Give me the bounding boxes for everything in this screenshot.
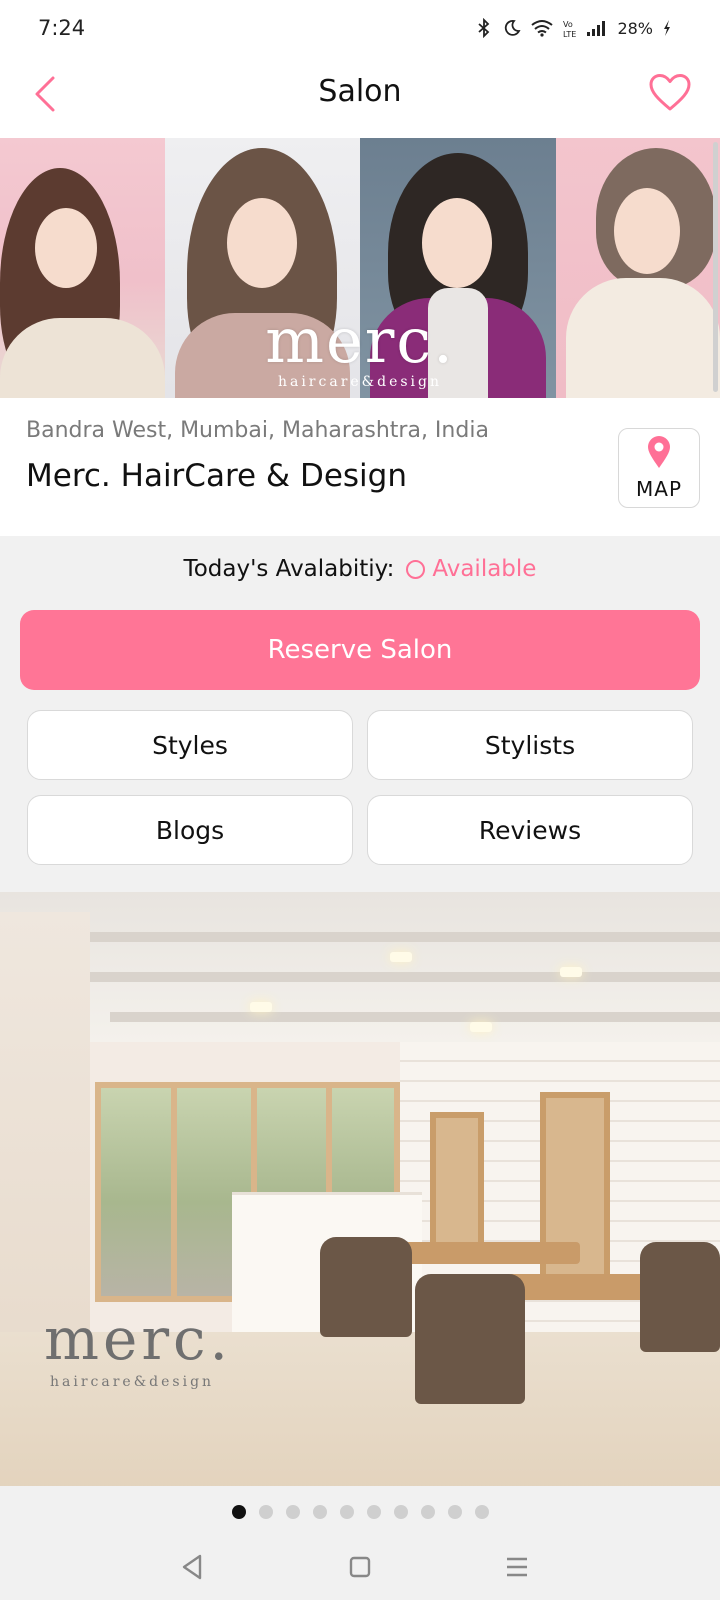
salon-info: Bandra West, Mumbai, Maharashtra, India … [0,398,720,536]
interior-chair [320,1237,412,1337]
availability-row: Today's Avalabitiy: Available [0,556,720,582]
pagination-dot[interactable] [393,1505,408,1519]
svg-text:Vo: Vo [563,20,573,29]
pagination-dot[interactable] [285,1505,300,1519]
interior-desk [400,1242,580,1264]
available-circle-icon [406,559,426,579]
availability-label: Today's Avalabitiy: [183,556,395,582]
menu-lines-icon [504,1555,530,1583]
status-time: 7:24 [38,16,86,40]
interior-chair [640,1242,720,1352]
map-label: MAP [636,477,682,501]
pagination-dot[interactable] [420,1505,435,1519]
availability-status: Available [432,556,537,582]
nav-back-button[interactable] [175,1552,209,1586]
blogs-button[interactable]: Blogs [27,795,353,865]
hero-scrollbar [713,142,718,392]
home-square-icon [348,1555,372,1583]
hero-banner[interactable]: merc. haircare&design [0,138,720,398]
interior-chair [415,1274,525,1404]
page-title: Salon [318,74,402,109]
pagination-dot[interactable] [312,1505,327,1519]
pagination-dot[interactable] [339,1505,354,1519]
pagination-dot[interactable] [366,1505,381,1519]
interior-mirror [430,1112,484,1252]
reserve-salon-button[interactable]: Reserve Salon [20,610,700,690]
actions-section: Today's Avalabitiy: Available Reserve Sa… [0,536,720,892]
back-triangle-icon [179,1553,205,1585]
interior-logo: merc. [44,1305,232,1373]
interior-ceiling [0,892,720,1042]
signal-icon [586,19,608,37]
moon-icon [503,19,521,37]
pagination-dot[interactable] [231,1505,246,1519]
favorite-button[interactable] [646,72,694,118]
battery-percent: 28% [617,18,653,38]
status-bar: 7:24 Vo LTE 28% [0,0,720,60]
bluetooth-icon [474,18,494,38]
system-nav-bar [0,1538,720,1600]
wifi-icon [530,19,554,37]
hero-tagline: haircare&design [277,374,443,390]
interior-tagline: haircare&design [50,1374,215,1390]
stylists-button[interactable]: Stylists [367,710,693,780]
map-button[interactable]: MAP [618,428,700,508]
svg-text:LTE: LTE [563,30,576,38]
battery-charging-icon [662,19,672,37]
app-header: Salon [0,60,720,138]
map-pin-icon [646,435,672,473]
status-icons: Vo LTE 28% [474,18,672,38]
pagination-dot[interactable] [258,1505,273,1519]
reviews-button[interactable]: Reviews [367,795,693,865]
pagination-dot[interactable] [474,1505,489,1519]
pagination-dot[interactable] [447,1505,462,1519]
salon-location: Bandra West, Mumbai, Maharashtra, India [26,418,489,443]
salon-name: Merc. HairCare & Design [26,458,407,494]
carousel-pagination [0,1486,720,1538]
nav-home-button[interactable] [343,1552,377,1586]
volte-icon: Vo LTE [563,18,577,38]
heart-outline-icon [648,73,692,117]
salon-interior-photo[interactable]: merc. haircare&design [0,892,720,1486]
styles-button[interactable]: Styles [27,710,353,780]
hero-logo: merc. [265,304,455,377]
nav-menu-button[interactable] [500,1552,534,1586]
